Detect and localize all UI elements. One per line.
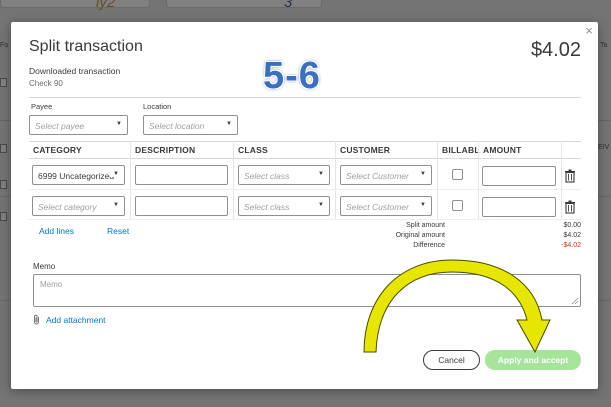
split-amount-value: $0.00: [563, 222, 581, 229]
caret-down-icon: ▼: [318, 202, 324, 208]
customer-placeholder: Select Customer: [346, 202, 409, 212]
customer-select[interactable]: Select Customer ▼: [340, 165, 432, 185]
close-icon[interactable]: ×: [585, 24, 593, 38]
column-header-category: CATEGORY: [33, 145, 82, 155]
description-input[interactable]: [135, 165, 228, 185]
category-placeholder: Select category: [38, 202, 97, 212]
caret-down-icon: ▼: [417, 171, 426, 177]
header-divider: [29, 97, 581, 98]
amount-input[interactable]: [482, 166, 556, 186]
category-value: 6999 Uncategorized: [38, 171, 115, 181]
column-separator: [233, 141, 234, 219]
table-top-divider: [29, 141, 581, 142]
cancel-button[interactable]: Cancel: [423, 350, 480, 370]
column-separator: [437, 141, 438, 219]
description-input[interactable]: [135, 196, 228, 216]
customer-placeholder: Select Customer: [346, 171, 409, 181]
location-select[interactable]: Select location ▼: [143, 115, 238, 135]
add-lines-link[interactable]: Add lines: [39, 226, 74, 236]
column-header-customer: CUSTOMER: [340, 145, 391, 155]
category-select[interactable]: 6999 Uncategorized ▼: [32, 165, 125, 185]
dialog-subtitle: Downloaded transaction: [29, 66, 121, 76]
caret-down-icon: ▼: [110, 202, 119, 208]
category-select[interactable]: Select category ▼: [32, 196, 125, 216]
check-number: Check 90: [29, 79, 63, 88]
class-placeholder: Select class: [244, 171, 290, 181]
billable-checkbox[interactable]: [452, 169, 463, 180]
column-separator: [561, 141, 562, 219]
class-placeholder: Select class: [244, 202, 290, 212]
column-header-description: DESCRIPTION: [135, 145, 196, 155]
add-attachment-label: Add attachment: [46, 314, 106, 325]
row-divider: [29, 219, 581, 220]
customer-select[interactable]: Select Customer ▼: [340, 196, 432, 216]
column-separator: [335, 141, 336, 219]
column-separator: [478, 141, 479, 219]
resize-handle-icon[interactable]: [571, 297, 579, 305]
column-header-amount: AMOUNT: [483, 145, 522, 155]
dialog-title: Split transaction: [29, 38, 143, 55]
memo-placeholder: Memo: [40, 280, 63, 289]
column-header-billable: BILLABLE: [442, 145, 480, 155]
caret-down-icon: ▼: [116, 121, 122, 127]
row-divider: [29, 189, 581, 190]
original-amount-value: $4.02: [563, 232, 581, 239]
total-amount: $4.02: [530, 39, 581, 61]
caret-down-icon: ▼: [226, 121, 232, 127]
class-select[interactable]: Select class ▼: [238, 165, 330, 185]
memo-label: Memo: [33, 262, 56, 271]
class-select[interactable]: Select class ▼: [238, 196, 330, 216]
apply-and-accept-button[interactable]: Apply and accept: [485, 350, 581, 370]
billable-checkbox[interactable]: [452, 200, 463, 211]
table-header-divider: [29, 158, 581, 159]
amount-input[interactable]: [482, 197, 556, 217]
column-separator: [130, 141, 131, 219]
payee-label: Payee: [31, 102, 53, 111]
payee-select[interactable]: Select payee ▼: [29, 115, 128, 135]
trash-icon[interactable]: [564, 169, 576, 183]
step-annotation: 5-6: [263, 55, 321, 97]
add-attachment-link[interactable]: Add attachment: [33, 314, 106, 325]
caret-down-icon: ▼: [318, 171, 324, 177]
location-placeholder: Select location: [149, 121, 205, 131]
difference-value: -$4.02: [561, 242, 581, 249]
reset-link[interactable]: Reset: [107, 226, 129, 236]
split-amount-label: Split amount: [406, 222, 445, 229]
trash-icon[interactable]: [564, 200, 576, 214]
split-transaction-dialog: × Split transaction $4.02 Downloaded tra…: [11, 22, 598, 389]
caret-down-icon: ▼: [417, 202, 426, 208]
payee-placeholder: Select payee: [35, 121, 85, 131]
original-amount-label: Original amount: [395, 232, 445, 239]
memo-textarea[interactable]: Memo: [33, 274, 581, 307]
column-header-class: CLASS: [238, 145, 268, 155]
caret-down-icon: ▼: [110, 171, 119, 177]
difference-label: Difference: [413, 242, 445, 249]
location-label: Location: [143, 102, 172, 111]
paperclip-icon: [34, 314, 39, 325]
